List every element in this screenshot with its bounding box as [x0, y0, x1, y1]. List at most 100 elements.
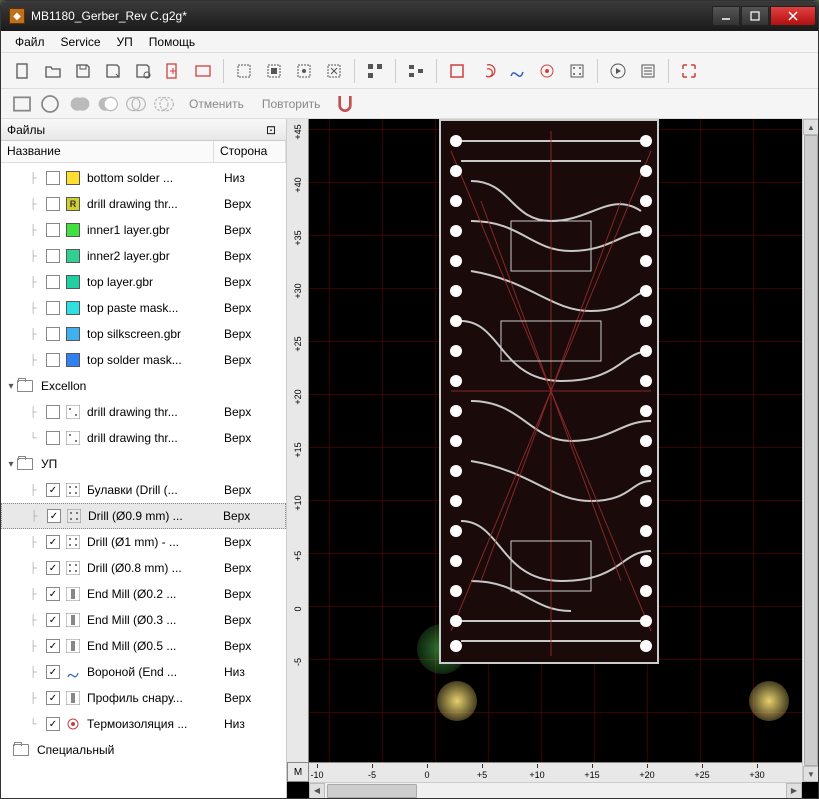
checkbox[interactable]	[46, 353, 60, 367]
toolbar-main	[1, 53, 818, 89]
excellon-item[interactable]: ├drill drawing thr...Верх	[1, 399, 286, 425]
checkbox[interactable]	[46, 301, 60, 315]
up-item[interactable]: ├✓Drill (Ø0.9 mm) ...Верх	[1, 503, 286, 529]
list-button[interactable]	[634, 57, 662, 85]
up-item[interactable]: ├✓Drill (Ø0.8 mm) ...Верх	[1, 555, 286, 581]
pcb-viewport[interactable]	[309, 119, 802, 762]
run-button[interactable]	[604, 57, 632, 85]
rect-tool[interactable]	[9, 91, 35, 117]
layer-red-button[interactable]	[443, 57, 471, 85]
redo-button[interactable]: Повторить	[254, 94, 329, 114]
maximize-button[interactable]	[741, 6, 769, 26]
checkbox[interactable]	[46, 197, 60, 211]
scroll-down-button[interactable]: ▼	[803, 766, 818, 782]
new-button[interactable]	[9, 57, 37, 85]
checkbox[interactable]: ✓	[46, 665, 60, 679]
mill-icon	[66, 639, 80, 653]
checkbox[interactable]	[46, 275, 60, 289]
expander-icon[interactable]: ▾	[5, 459, 17, 470]
checkbox[interactable]: ✓	[46, 587, 60, 601]
group-excellon[interactable]: ▾Excellon	[1, 373, 286, 399]
undo-button[interactable]: Отменить	[181, 94, 252, 114]
checkbox[interactable]	[46, 223, 60, 237]
up-item[interactable]: ├✓End Mill (Ø0.3 ...Верх	[1, 607, 286, 633]
checkbox[interactable]: ✓	[46, 717, 60, 731]
xor-tool[interactable]	[151, 91, 177, 117]
open-button[interactable]	[39, 57, 67, 85]
expander-icon[interactable]: ▾	[5, 381, 17, 392]
path-button[interactable]	[503, 57, 531, 85]
target-button[interactable]	[533, 57, 561, 85]
item-label: bottom solder ...	[83, 171, 220, 185]
spiral-button[interactable]	[473, 57, 501, 85]
save-as-button[interactable]	[99, 57, 127, 85]
checkbox[interactable]	[46, 405, 60, 419]
intersect-tool[interactable]	[123, 91, 149, 117]
gerber-item[interactable]: ├top silkscreen.gbrВерх	[1, 321, 286, 347]
up-item[interactable]: ├✓Профиль снару...Верх	[1, 685, 286, 711]
select-inv-button[interactable]	[290, 57, 318, 85]
circle-tool[interactable]	[37, 91, 63, 117]
gerber-item[interactable]: ├top solder mask...Верх	[1, 347, 286, 373]
col-side[interactable]: Сторона	[214, 141, 286, 162]
up-item[interactable]: ├✓Drill (Ø1 mm) - ...Верх	[1, 529, 286, 555]
fit-button[interactable]	[675, 57, 703, 85]
dots-icon	[67, 509, 81, 523]
scrollbar-vertical[interactable]: ▲ ▼	[802, 119, 818, 782]
select-rect-button[interactable]	[260, 57, 288, 85]
gerber-item[interactable]: ├Rdrill drawing thr...Верх	[1, 191, 286, 217]
checkbox[interactable]: ✓	[46, 613, 60, 627]
checkbox[interactable]	[46, 327, 60, 341]
menu-help[interactable]: Помощь	[141, 33, 203, 51]
checkbox[interactable]	[46, 249, 60, 263]
dots-button[interactable]	[563, 57, 591, 85]
item-side: Верх	[220, 249, 286, 263]
gerber-item[interactable]: ├inner2 layer.gbrВерх	[1, 243, 286, 269]
menu-up[interactable]: УП	[109, 33, 141, 51]
up-item[interactable]: └✓Термоизоляция ...Низ	[1, 711, 286, 737]
close-button[interactable]	[770, 6, 816, 26]
align-button[interactable]	[402, 57, 430, 85]
union-tool[interactable]	[67, 91, 93, 117]
excellon-item[interactable]: └drill drawing thr...Верх	[1, 425, 286, 451]
scroll-right-button[interactable]: ▶	[786, 783, 802, 799]
save-button[interactable]	[69, 57, 97, 85]
pin-icon[interactable]: ⊡	[266, 123, 280, 137]
group-up[interactable]: ▾УП	[1, 451, 286, 477]
gerber-item[interactable]: ├bottom solder ...Низ	[1, 165, 286, 191]
qr-button[interactable]	[361, 57, 389, 85]
menu-file[interactable]: Файл	[7, 33, 53, 51]
export-button[interactable]	[129, 57, 157, 85]
gerber-item[interactable]: ├top paste mask...Верх	[1, 295, 286, 321]
gerber-item[interactable]: ├top layer.gbrВерх	[1, 269, 286, 295]
group-special[interactable]: Специальный	[1, 737, 286, 763]
checkbox[interactable]: ✓	[46, 535, 60, 549]
up-item[interactable]: ├✓Вороной (End ...Низ	[1, 659, 286, 685]
scroll-up-button[interactable]: ▲	[803, 119, 818, 135]
menu-service[interactable]: Service	[53, 33, 109, 51]
scroll-left-button[interactable]: ◀	[309, 783, 325, 799]
up-item[interactable]: ├✓End Mill (Ø0.2 ...Верх	[1, 581, 286, 607]
up-item[interactable]: ├✓Булавки (Drill (...Верх	[1, 477, 286, 503]
checkbox[interactable]: ✓	[46, 639, 60, 653]
checkbox[interactable]	[46, 431, 60, 445]
scrollbar-horizontal[interactable]: ◀ ▶	[309, 782, 802, 798]
magnet-button[interactable]	[332, 91, 358, 117]
file-tree[interactable]: ├bottom solder ...Низ├Rdrill drawing thr…	[1, 163, 286, 798]
checkbox[interactable]: ✓	[46, 691, 60, 705]
gerber-item[interactable]: ├inner1 layer.gbrВерх	[1, 217, 286, 243]
import-button[interactable]	[159, 57, 187, 85]
minimize-button[interactable]	[712, 6, 740, 26]
checkbox[interactable]: ✓	[47, 509, 61, 523]
select-all-button[interactable]	[230, 57, 258, 85]
layer-button[interactable]	[189, 57, 217, 85]
item-side: Верх	[220, 431, 286, 445]
subtract-tool[interactable]	[95, 91, 121, 117]
col-name[interactable]: Название	[1, 141, 214, 162]
ruler-unit[interactable]: M	[287, 762, 309, 782]
up-item[interactable]: ├✓End Mill (Ø0.5 ...Верх	[1, 633, 286, 659]
checkbox[interactable]: ✓	[46, 561, 60, 575]
checkbox[interactable]	[46, 171, 60, 185]
select-expand-button[interactable]	[320, 57, 348, 85]
checkbox[interactable]: ✓	[46, 483, 60, 497]
